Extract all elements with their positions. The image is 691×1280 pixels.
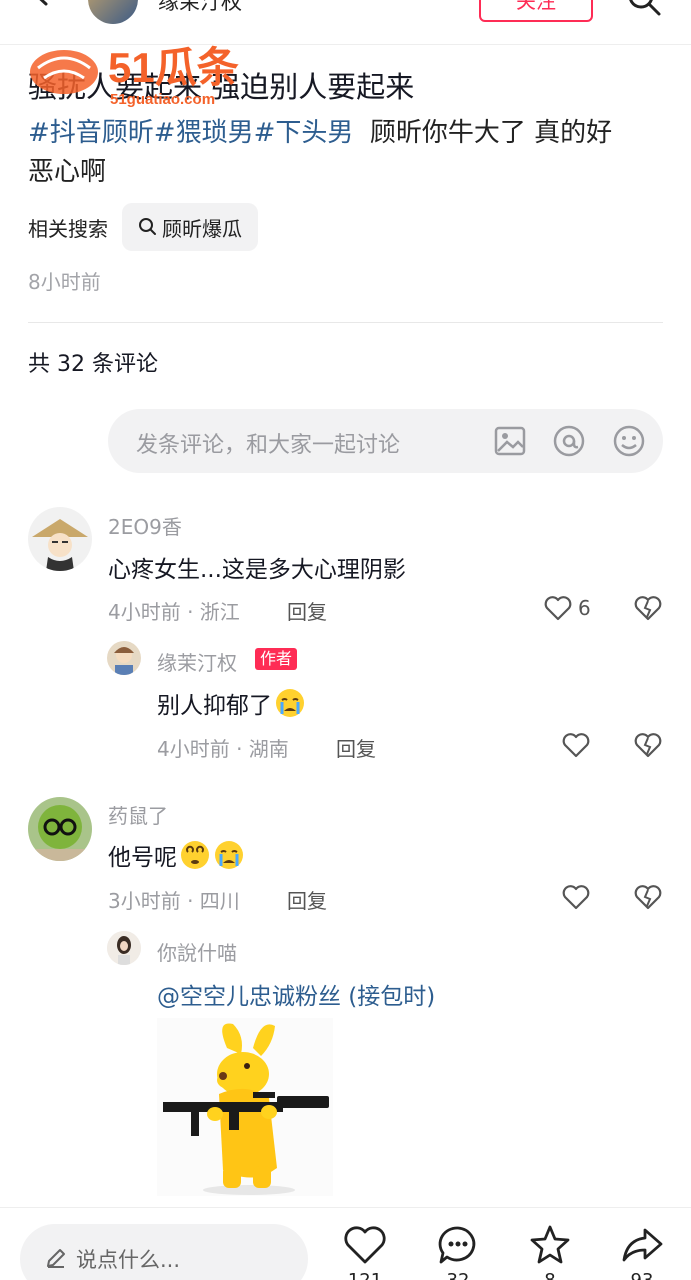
commenter-avatar[interactable] — [28, 797, 92, 861]
comment-input-box[interactable]: 发条评论，和大家一起讨论 — [108, 409, 663, 473]
dizzy-emoji-icon — [181, 841, 209, 869]
watermark-logo: 51瓜条 51guatiao.com — [30, 44, 239, 108]
hashtag-link[interactable]: #抖音顾昕 — [28, 118, 154, 148]
like-icon[interactable] — [543, 593, 573, 623]
comment-text: 别人抑郁了 — [157, 686, 306, 720]
kangaroo-sticker-image[interactable] — [157, 1018, 333, 1196]
related-search: 相关搜索 顾昕爆瓜 — [28, 203, 258, 251]
like-icon[interactable] — [561, 730, 591, 760]
comment-input[interactable]: 说点什么... — [20, 1224, 308, 1280]
post-time: 8小时前 — [28, 270, 101, 294]
post-text: 恶心啊 — [28, 157, 107, 187]
comment-input-placeholder: 发条评论，和大家一起讨论 — [136, 433, 401, 458]
favorite-count: 8 — [520, 1270, 580, 1280]
comment-meta: 4小时前 · 浙江 — [108, 600, 240, 624]
related-search-query: 顾昕爆瓜 — [162, 216, 242, 241]
post-description: #抖音顾昕#猥琐男#下头男 顾昕你牛大了 真的好 恶心啊 — [28, 114, 668, 192]
comment-text: 他号呢 — [108, 838, 245, 872]
share-icon[interactable] — [619, 1222, 665, 1268]
mention-icon[interactable] — [551, 423, 587, 459]
like-count: 6 — [578, 596, 591, 620]
like-count: 121 — [335, 1270, 395, 1280]
follow-button[interactable]: 关注 — [479, 0, 593, 22]
author-name[interactable]: 缘茉汀权 — [158, 0, 242, 16]
hashtag-link[interactable]: #猥琐男 — [154, 118, 254, 148]
back-arrow-icon[interactable] — [26, 0, 56, 8]
dislike-icon[interactable] — [633, 730, 663, 760]
commenter-name[interactable]: 2EO9香 — [108, 511, 182, 540]
commenter-name[interactable]: 缘茉汀权 — [157, 647, 237, 676]
dislike-icon[interactable] — [633, 882, 663, 912]
mention-link[interactable]: @空空儿忠诚粉丝 (接包时) — [157, 977, 435, 1011]
avatar-image — [32, 519, 88, 571]
commenter-name[interactable]: 你說什喵 — [157, 937, 237, 966]
emoji-icon[interactable] — [611, 423, 647, 459]
comment-meta: 4小时前 · 湖南 — [157, 737, 289, 761]
comment-meta: 3小时前 · 四川 — [108, 889, 240, 913]
avatar-image — [107, 931, 141, 965]
commenter-avatar[interactable] — [107, 931, 141, 965]
comment-icon[interactable] — [435, 1222, 481, 1268]
comment-text-content: 别人抑郁了 — [157, 693, 272, 719]
comment-count-title: 共 32 条评论 — [28, 352, 158, 377]
post-text: 顾昕你牛大了 真的好 — [369, 118, 613, 148]
image-icon[interactable] — [492, 423, 528, 459]
pencil-icon — [47, 1249, 65, 1268]
crying-emoji-icon — [215, 841, 243, 869]
commenter-avatar[interactable] — [107, 641, 141, 675]
comment-text: 心疼女生...这是多大心理阴影 — [108, 557, 406, 583]
related-search-chip[interactable]: 顾昕爆瓜 — [122, 203, 258, 251]
like-icon[interactable] — [342, 1222, 388, 1268]
commenter-name[interactable]: 药鼠了 — [108, 800, 168, 829]
reply-button[interactable]: 回复 — [287, 885, 327, 914]
bottom-action-bar: 说点什么... 121 32 8 93 — [0, 1207, 691, 1280]
share-count: 93 — [612, 1270, 672, 1280]
commenter-avatar[interactable] — [28, 507, 92, 571]
like-icon[interactable] — [561, 882, 591, 912]
watermark-brand: 51瓜条 — [108, 44, 239, 91]
author-avatar[interactable] — [88, 0, 138, 24]
search-icon — [139, 218, 156, 235]
comment-input-placeholder: 说点什么... — [76, 1248, 181, 1272]
dislike-icon[interactable] — [633, 593, 663, 623]
related-search-label: 相关搜索 — [28, 216, 108, 241]
comment-text-content: 他号呢 — [108, 845, 177, 871]
star-icon[interactable] — [527, 1222, 573, 1268]
crying-emoji-icon — [276, 689, 304, 717]
hashtag-link[interactable]: #下头男 — [254, 118, 354, 148]
search-icon[interactable] — [623, 0, 665, 22]
comment-count: 32 — [428, 1270, 488, 1280]
reply-button[interactable]: 回复 — [287, 596, 327, 625]
watermark-site: 51guatiao.com — [110, 91, 215, 108]
avatar-image — [28, 805, 92, 861]
avatar-image — [114, 647, 134, 675]
divider — [28, 322, 663, 323]
reply-button[interactable]: 回复 — [336, 733, 376, 762]
author-badge: 作者 — [255, 648, 298, 670]
